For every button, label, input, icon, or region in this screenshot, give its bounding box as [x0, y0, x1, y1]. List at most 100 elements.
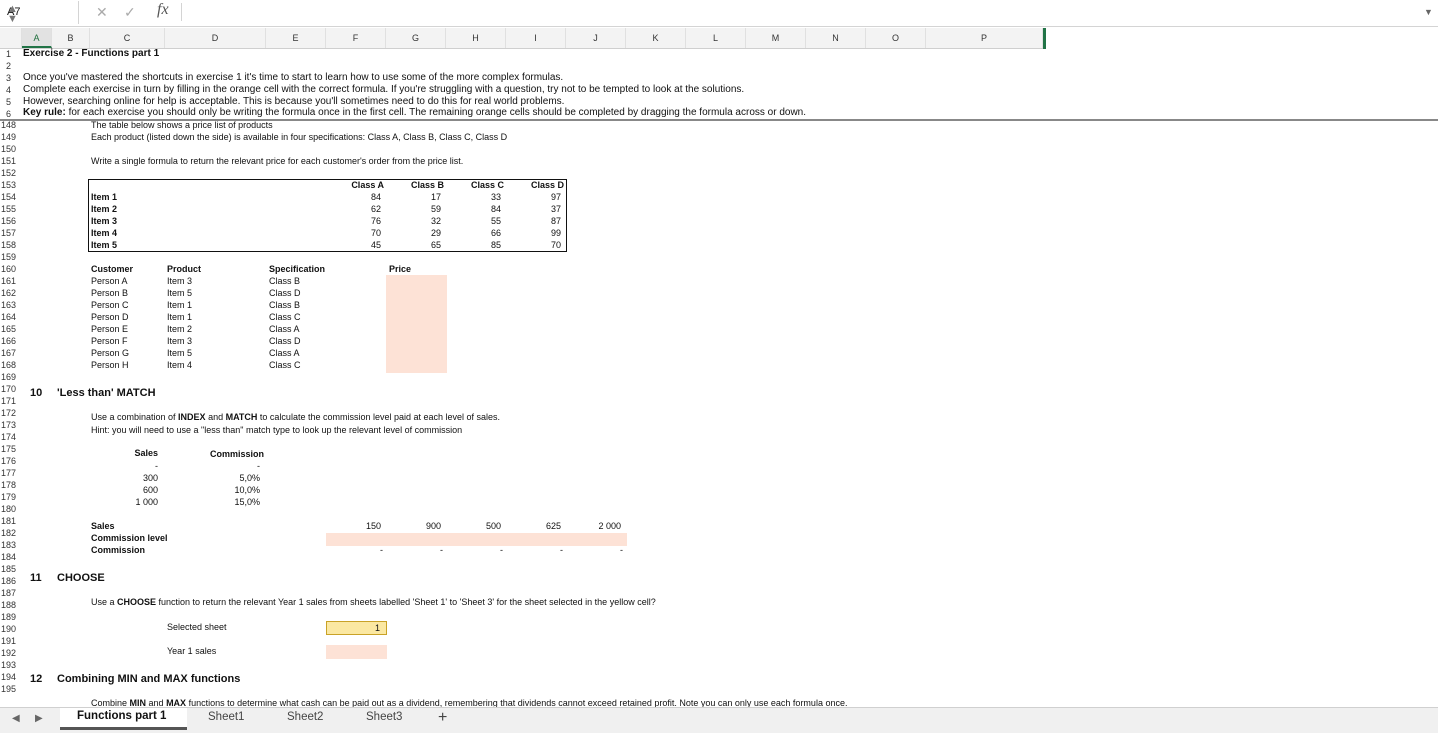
class-a-header[interactable]: Class A — [326, 179, 384, 191]
row-number[interactable]: 157 — [0, 227, 21, 239]
price-cell[interactable]: 84 — [446, 203, 501, 215]
row-number[interactable]: 189 — [0, 611, 21, 623]
customer-cell[interactable]: Person E — [91, 323, 128, 335]
insert-function-icon[interactable]: fx — [157, 1, 169, 19]
price-cell[interactable]: 55 — [446, 215, 501, 227]
expand-formula-bar-icon[interactable]: ▼ — [1424, 7, 1433, 17]
spin-down-icon[interactable]: ▼ — [7, 13, 18, 25]
row-number[interactable]: 172 — [0, 407, 21, 419]
column-header-a[interactable]: A — [22, 28, 52, 48]
row-number[interactable]: 183 — [0, 539, 21, 551]
customer-cell[interactable]: Person F — [91, 335, 128, 347]
specification-cell[interactable]: Class B — [269, 275, 300, 287]
specification-cell[interactable]: Class A — [269, 323, 300, 335]
row-number[interactable]: 163 — [0, 299, 21, 311]
product-cell[interactable]: Item 4 — [167, 359, 192, 371]
column-header-l[interactable]: L — [686, 28, 746, 48]
row-number[interactable]: 171 — [0, 395, 21, 407]
customer-header[interactable]: Customer — [91, 263, 133, 275]
customer-cell[interactable]: Person C — [91, 299, 129, 311]
row-number[interactable]: 186 — [0, 575, 21, 587]
row-number[interactable]: 161 — [0, 275, 21, 287]
specification-cell[interactable]: Class C — [269, 359, 301, 371]
commission-value-cell[interactable]: - — [386, 544, 443, 556]
column-header-p[interactable]: P — [926, 28, 1043, 48]
specification-cell[interactable]: Class D — [269, 287, 301, 299]
row-number[interactable]: 2 — [0, 60, 26, 72]
class-d-header[interactable]: Class D — [506, 179, 564, 191]
row-number[interactable]: 193 — [0, 659, 21, 671]
customer-cell[interactable]: Person A — [91, 275, 128, 287]
name-box[interactable]: A7 ▲ ▼ — [0, 1, 79, 25]
price-cell[interactable]: 62 — [326, 203, 381, 215]
price-cell[interactable]: 70 — [506, 239, 561, 251]
cancel-icon[interactable]: ✕ — [96, 4, 108, 21]
commission-tier-cell[interactable]: 15,0% — [200, 496, 260, 508]
class-c-header[interactable]: Class C — [446, 179, 504, 191]
row-number[interactable]: 166 — [0, 335, 21, 347]
row-number[interactable]: 185 — [0, 563, 21, 575]
row-number[interactable]: 168 — [0, 359, 21, 371]
column-header-m[interactable]: M — [746, 28, 806, 48]
row-number[interactable]: 156 — [0, 215, 21, 227]
row-number[interactable]: 158 — [0, 239, 21, 251]
product-cell[interactable]: Item 3 — [167, 275, 192, 287]
row-number[interactable]: 165 — [0, 323, 21, 335]
specification-cell[interactable]: Class C — [269, 311, 301, 323]
sales-tier-header[interactable]: Sales — [100, 447, 158, 459]
tab-sheet1[interactable]: Sheet1 — [208, 711, 244, 723]
specification-cell[interactable]: Class D — [269, 335, 301, 347]
price-cell[interactable]: 29 — [386, 227, 441, 239]
row-number[interactable]: 192 — [0, 647, 21, 659]
row-number[interactable]: 149 — [0, 131, 21, 143]
column-header-g[interactable]: G — [386, 28, 446, 48]
row-number[interactable]: 191 — [0, 635, 21, 647]
price-cell[interactable]: 66 — [446, 227, 501, 239]
tab-functions-part-1[interactable]: Functions part 1 — [60, 708, 187, 730]
sales-value-cell[interactable]: 150 — [326, 520, 381, 532]
commission-tier-cell[interactable]: 10,0% — [200, 484, 260, 496]
row-number[interactable]: 164 — [0, 311, 21, 323]
price-cell[interactable]: 84 — [326, 191, 381, 203]
tab-sheet3[interactable]: Sheet3 — [366, 711, 402, 723]
row-number[interactable]: 179 — [0, 491, 21, 503]
formula-input[interactable] — [185, 3, 1415, 23]
confirm-icon[interactable]: ✓ — [124, 4, 136, 21]
sales-tier-cell[interactable]: 300 — [100, 472, 158, 484]
customer-cell[interactable]: Person D — [91, 311, 129, 323]
price-cell[interactable]: 65 — [386, 239, 441, 251]
price-cell[interactable]: 59 — [386, 203, 441, 215]
add-sheet-icon[interactable]: + — [438, 709, 447, 727]
commission-value-cell[interactable]: - — [446, 544, 503, 556]
price-cell[interactable]: 76 — [326, 215, 381, 227]
column-header-n[interactable]: N — [806, 28, 866, 48]
sales-value-cell[interactable]: 900 — [386, 520, 441, 532]
sales-value-cell[interactable]: 2 000 — [566, 520, 621, 532]
customer-cell[interactable]: Person G — [91, 347, 129, 359]
commission-tier-cell[interactable]: 5,0% — [200, 472, 260, 484]
select-all-corner[interactable] — [0, 28, 22, 48]
customer-cell[interactable]: Person B — [91, 287, 128, 299]
selected-sheet-input[interactable]: 1 — [326, 621, 387, 635]
row-number[interactable]: 187 — [0, 587, 21, 599]
row-number[interactable]: 180 — [0, 503, 21, 515]
product-cell[interactable]: Item 2 — [167, 323, 192, 335]
product-cell[interactable]: Item 3 — [167, 335, 192, 347]
row-number[interactable]: 152 — [0, 167, 21, 179]
price-header[interactable]: Price — [389, 263, 411, 275]
row-number[interactable]: 173 — [0, 419, 21, 431]
row-number[interactable]: 167 — [0, 347, 21, 359]
customer-cell[interactable]: Person H — [91, 359, 129, 371]
row-number[interactable]: 184 — [0, 551, 21, 563]
item-label[interactable]: Item 2 — [91, 203, 117, 215]
row-number[interactable]: 162 — [0, 287, 21, 299]
item-label[interactable]: Item 1 — [91, 191, 117, 203]
column-header-d[interactable]: D — [165, 28, 266, 48]
specification-cell[interactable]: Class B — [269, 299, 300, 311]
product-cell[interactable]: Item 1 — [167, 299, 192, 311]
item-label[interactable]: Item 4 — [91, 227, 117, 239]
class-b-header[interactable]: Class B — [386, 179, 444, 191]
price-cell[interactable]: 85 — [446, 239, 501, 251]
product-cell[interactable]: Item 5 — [167, 287, 192, 299]
commission-value-cell[interactable]: - — [326, 544, 383, 556]
